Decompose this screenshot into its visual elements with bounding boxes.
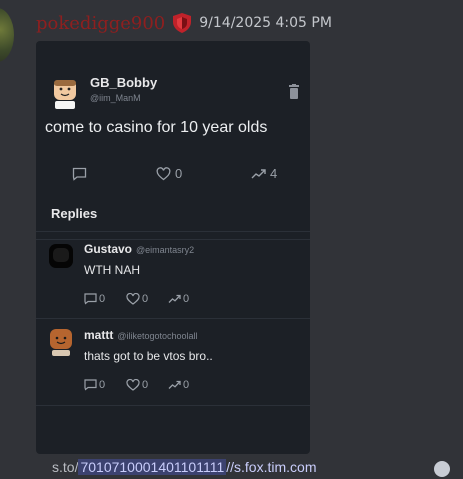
embed-card[interactable]: GB_Bobby @iim_ManM come to casino for 10… bbox=[36, 41, 310, 454]
message-link[interactable]: 7010710001401101111 bbox=[78, 459, 227, 475]
reply-comment-button[interactable]: 0 bbox=[84, 293, 105, 305]
reply-comment-button[interactable]: 0 bbox=[84, 379, 105, 391]
comment-icon bbox=[84, 293, 97, 305]
message-timestamp: 9/14/2025 4:05 PM bbox=[199, 15, 332, 31]
post-avatar-icon bbox=[49, 76, 81, 109]
reply-like-button[interactable]: 0 bbox=[126, 293, 148, 305]
reply-avatar-icon bbox=[50, 329, 72, 356]
post-repost-button[interactable]: 4 bbox=[251, 166, 277, 181]
reply-handle[interactable]: @iliketogotochoolall bbox=[117, 331, 197, 341]
reply-item: mattt @iliketogotochoolall thats got to b… bbox=[36, 319, 310, 406]
reply-username[interactable]: Gustavo @eimantasry2 bbox=[84, 242, 194, 256]
post-handle[interactable]: @iim_ManM bbox=[90, 93, 141, 103]
post-actions: 0 4 bbox=[36, 165, 310, 185]
reply-handle[interactable]: @eimantasry2 bbox=[136, 245, 194, 255]
heart-icon bbox=[156, 166, 171, 180]
trend-icon bbox=[168, 380, 181, 389]
shield-badge-icon bbox=[173, 13, 192, 33]
comment-icon bbox=[84, 379, 97, 391]
username[interactable]: pokedigge900 bbox=[36, 13, 165, 34]
comment-icon bbox=[72, 167, 87, 181]
reply-repost-count: 0 bbox=[183, 379, 190, 391]
heart-icon bbox=[126, 379, 140, 391]
reply-username[interactable]: mattt @iliketogotochoolall bbox=[84, 328, 198, 342]
reply-like-button[interactable]: 0 bbox=[126, 379, 148, 391]
reaction-avatar[interactable] bbox=[434, 461, 450, 477]
message-header: pokedigge900 9/14/2025 4:05 PM bbox=[36, 11, 332, 35]
next-message-preview: s.to/7010710001401101111//s.fox.tim.com bbox=[52, 459, 463, 479]
message-link-2[interactable]: //s.fox.tim.com bbox=[226, 459, 316, 475]
reply-like-count: 0 bbox=[142, 379, 149, 391]
reply-comment-count: 0 bbox=[99, 379, 106, 391]
reply-like-count: 0 bbox=[142, 293, 149, 305]
reply-repost-button[interactable]: 0 bbox=[168, 293, 189, 305]
post-username[interactable]: GB_Bobby bbox=[90, 75, 157, 90]
trash-icon[interactable] bbox=[289, 84, 299, 100]
post-comment-button[interactable] bbox=[72, 167, 87, 181]
post-like-button[interactable]: 0 bbox=[156, 166, 182, 181]
trend-icon bbox=[251, 168, 266, 178]
reply-text: thats got to be vtos bro.. bbox=[84, 349, 213, 363]
reply-item: Gustavo @eimantasry2 WTH NAH 0 0 0 bbox=[36, 232, 310, 319]
server-avatar[interactable] bbox=[0, 8, 14, 62]
post-repost-count: 4 bbox=[270, 166, 278, 181]
replies-heading: Replies bbox=[51, 206, 98, 221]
post-text: come to casino for 10 year olds bbox=[45, 119, 268, 136]
reply-avatar-icon bbox=[49, 244, 73, 268]
reply-repost-button[interactable]: 0 bbox=[168, 379, 189, 391]
reply-text: WTH NAH bbox=[84, 263, 140, 277]
reply-repost-count: 0 bbox=[183, 293, 190, 305]
trend-icon bbox=[168, 294, 181, 303]
link-prefix: s.to/ bbox=[52, 459, 79, 475]
heart-icon bbox=[126, 293, 140, 305]
reply-comment-count: 0 bbox=[99, 293, 106, 305]
post-like-count: 0 bbox=[175, 166, 183, 181]
